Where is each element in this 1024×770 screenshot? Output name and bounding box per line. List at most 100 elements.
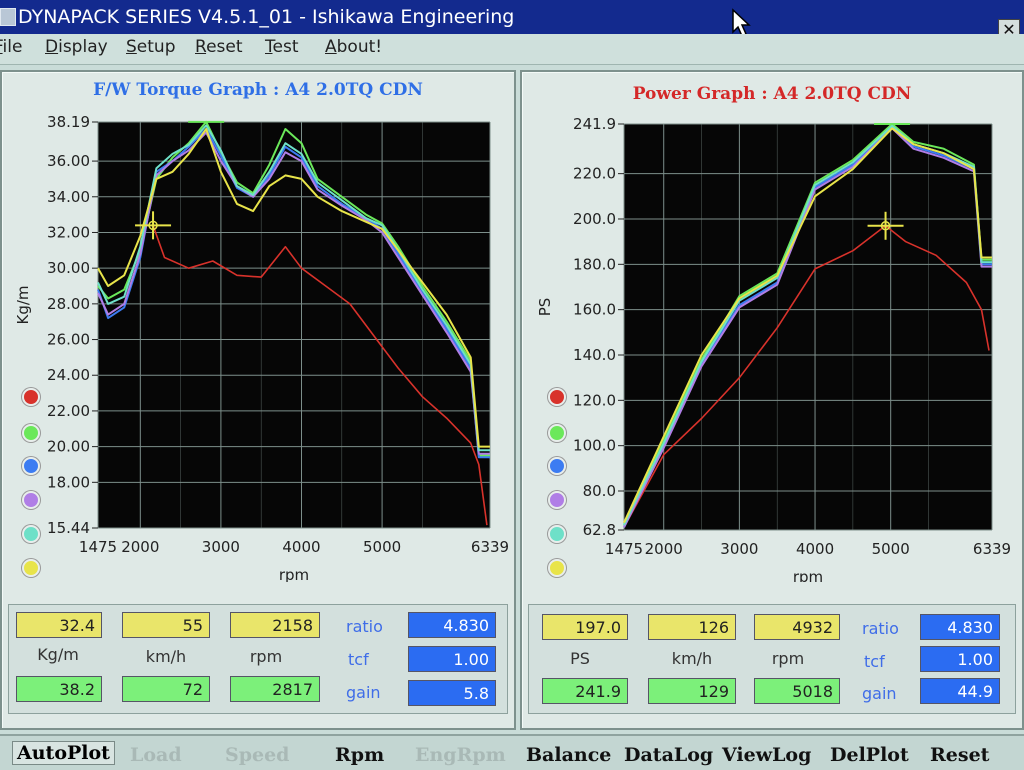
speed-button[interactable]: Speed <box>225 744 289 766</box>
power-x-axis-label: rpm <box>793 568 823 582</box>
torque-ytick-label: 15.44 <box>47 519 90 537</box>
power-gain-label: gain <box>862 684 897 703</box>
blue-run-icon[interactable] <box>22 457 40 475</box>
viewlog-button[interactable]: ViewLog <box>722 744 811 766</box>
menu-about-label: About! <box>325 37 383 57</box>
menu-file[interactable]: File <box>0 37 22 57</box>
menu-bar: File Display Setup Reset Test About! <box>0 34 1024 65</box>
window-title: DYNAPACK SERIES V4.5.1_01 - Ishikawa Eng… <box>18 6 515 28</box>
torque-xtick-label: 5000 <box>363 538 401 556</box>
power-peak-value: 241.9 <box>542 678 628 704</box>
autoplot-button[interactable]: AutoPlot <box>12 741 115 765</box>
power-ratio-field[interactable]: 4.830 <box>920 614 1000 640</box>
power-xtick-label: 3000 <box>720 540 758 558</box>
torque-xtick-label: 1475 <box>79 538 117 556</box>
torque-ytick-label: 20.00 <box>47 438 90 456</box>
cyan-run-icon[interactable] <box>22 525 40 543</box>
power-cursor-value: 197.0 <box>542 614 628 640</box>
menu-display[interactable]: Display <box>45 37 108 57</box>
blue-run-icon[interactable] <box>548 457 566 475</box>
power-ytick-label: 80.0 <box>583 482 616 500</box>
datalog-button[interactable]: DataLog <box>624 744 713 766</box>
green-run-icon[interactable] <box>22 424 40 442</box>
torque-ratio-label: ratio <box>346 617 383 636</box>
power-ytick-label: 62.8 <box>583 521 616 539</box>
power-cursor-rpm: 4932 <box>754 614 840 640</box>
power-gain-field[interactable]: 44.9 <box>920 678 1000 704</box>
torque-xtick-label: 2000 <box>121 538 159 556</box>
torque-panel: F/W Torque Graph : A4 2.0TQ CDN 15.44 18.… <box>0 70 516 730</box>
torque-xtick-label: 4000 <box>282 538 320 556</box>
torque-rpm-label: rpm <box>249 647 283 666</box>
power-xtick-label: 5000 <box>872 540 910 558</box>
power-peak-speed: 129 <box>648 678 736 704</box>
power-ytick-label: 140.0 <box>573 346 616 364</box>
torque-ytick-label: 26.00 <box>47 331 90 349</box>
torque-xtick-label: 6339 <box>471 538 509 556</box>
delplot-button[interactable]: DelPlot <box>830 744 909 766</box>
power-ytick-label: 100.0 <box>573 437 616 455</box>
load-button[interactable]: Load <box>130 744 182 766</box>
torque-plot-area[interactable] <box>98 122 490 528</box>
menu-test[interactable]: Test <box>265 37 298 57</box>
rpm-button[interactable]: Rpm <box>335 744 384 766</box>
torque-xtick-label: 3000 <box>202 538 240 556</box>
app-icon[interactable] <box>0 8 16 26</box>
power-cursor-speed: 126 <box>648 614 736 640</box>
engrpm-button[interactable]: EngRpm <box>415 744 506 766</box>
torque-y-axis-label: Kg/m <box>14 285 32 324</box>
green-run-icon[interactable] <box>548 424 566 442</box>
title-bar: DYNAPACK SERIES V4.5.1_01 - Ishikawa Eng… <box>0 0 1024 41</box>
yellow-run-icon[interactable] <box>22 559 40 577</box>
bottom-toolbar: AutoPlot Load Speed Rpm EngRpm Balance D… <box>0 734 1024 770</box>
torque-x-axis-label: rpm <box>279 566 309 582</box>
torque-gain-label: gain <box>346 683 381 702</box>
balance-button[interactable]: Balance <box>526 744 611 766</box>
torque-ytick-label: 18.00 <box>47 473 90 491</box>
power-plot-area[interactable] <box>624 124 992 530</box>
menu-setup-label: Setup <box>126 37 176 57</box>
power-xtick-label: 4000 <box>796 540 834 558</box>
power-tcf-label: tcf <box>864 652 885 671</box>
torque-speed-label: km/h <box>145 647 187 666</box>
torque-gain-field[interactable]: 5.8 <box>408 680 496 706</box>
torque-ytick-label: 32.00 <box>47 223 90 241</box>
power-xtick-label: 2000 <box>645 540 683 558</box>
yellow-run-icon[interactable] <box>548 559 566 577</box>
torque-cursor-speed: 55 <box>122 612 210 638</box>
torque-tcf-field[interactable]: 1.00 <box>408 646 496 672</box>
power-ytick-label: 220.0 <box>573 165 616 183</box>
torque-tcf-label: tcf <box>348 650 369 669</box>
torque-ytick-label: 38.19 <box>47 113 90 131</box>
menu-setup[interactable]: Setup <box>126 37 176 57</box>
power-peak-rpm: 5018 <box>754 678 840 704</box>
power-unit-label: PS <box>570 649 590 668</box>
torque-peak-speed: 72 <box>122 676 210 702</box>
red-run-icon[interactable] <box>548 388 566 406</box>
torque-ytick-label: 34.00 <box>47 188 90 206</box>
torque-cursor-rpm: 2158 <box>230 612 320 638</box>
power-ratio-label: ratio <box>862 619 899 638</box>
power-rpm-label: rpm <box>771 649 805 668</box>
torque-peak-value: 38.2 <box>16 676 102 702</box>
cyan-run-icon[interactable] <box>548 525 566 543</box>
power-speed-label: km/h <box>671 649 713 668</box>
power-chart: 62.8 80.0 100.0 120.0 140.0 160.0 180.0 200.0 22… <box>536 115 1011 582</box>
menu-file-label: File <box>0 37 23 57</box>
reset-button[interactable]: Reset <box>930 744 989 766</box>
menu-reset[interactable]: Reset <box>195 37 243 57</box>
red-run-icon[interactable] <box>22 388 40 406</box>
purple-run-icon[interactable] <box>548 491 566 509</box>
torque-ytick-label: 22.00 <box>47 402 90 420</box>
torque-ytick-label: 28.00 <box>47 295 90 313</box>
menu-test-label: Test <box>265 37 299 57</box>
purple-run-icon[interactable] <box>22 491 40 509</box>
power-xtick-label: 1475 <box>605 540 643 558</box>
power-ytick-label: 200.0 <box>573 210 616 228</box>
torque-ratio-field[interactable]: 4.830 <box>408 612 496 638</box>
power-tcf-field[interactable]: 1.00 <box>920 646 1000 672</box>
power-ytick-label: 160.0 <box>573 301 616 319</box>
menu-reset-label: Reset <box>195 37 243 57</box>
menu-about[interactable]: About! <box>325 37 382 57</box>
torque-chart: 15.44 18.00 20.00 22.00 24.00 26.00 28.00 30.00… <box>14 113 509 582</box>
